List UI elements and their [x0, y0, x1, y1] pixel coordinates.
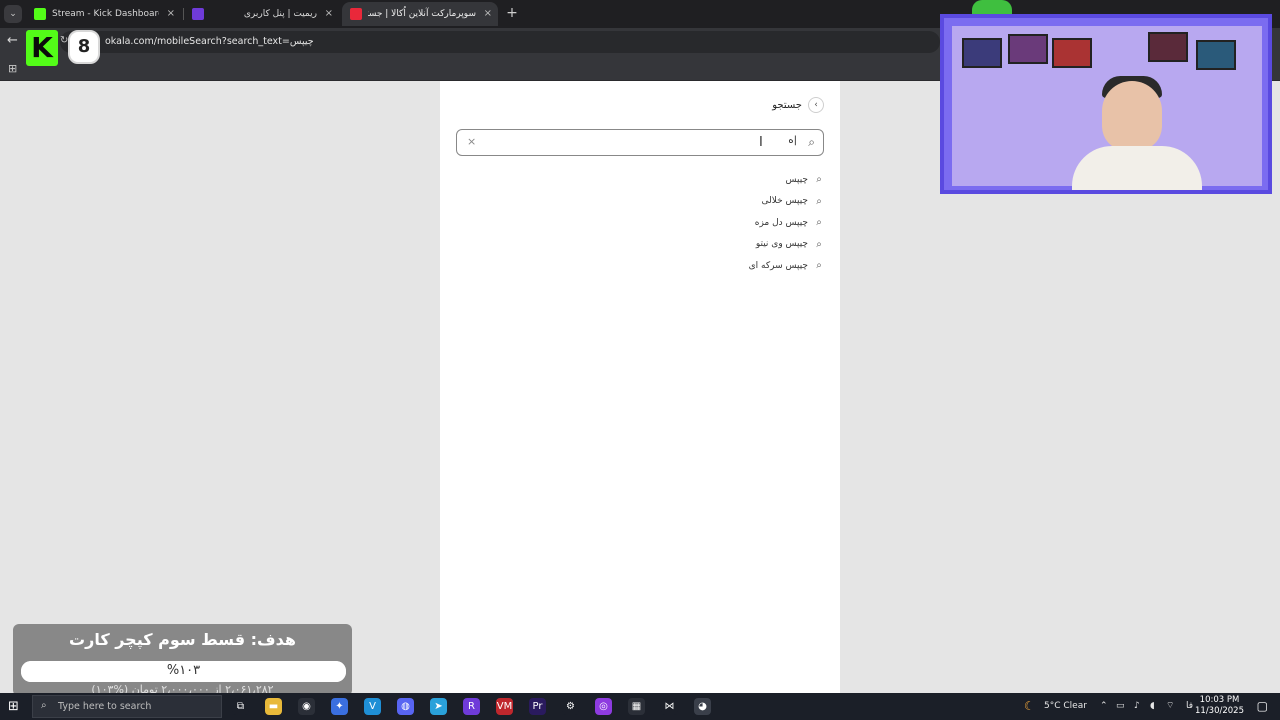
telegram-icon[interactable]: ➤	[430, 698, 447, 715]
clock-time: 10:03 PM	[1199, 695, 1240, 705]
search-box[interactable]: ⌕ |ه I ×	[456, 129, 824, 156]
calculator-icon[interactable]: ▦	[628, 698, 645, 715]
copilot-icon[interactable]: ✦	[331, 698, 348, 715]
close-tab-icon[interactable]: ×	[167, 2, 175, 26]
mobile-search-page: › جستجو ⌕ |ه I × ⌕ چیپس ⌕ چیپس خلالی ⌕ چ…	[440, 81, 840, 693]
suggestion-list: ⌕ چیپس ⌕ چیپس خلالی ⌕ چیپس دل مزه ⌕ چیپس…	[456, 169, 824, 277]
premiere-icon[interactable]: Pr	[529, 698, 546, 715]
back-arrow-icon[interactable]: ←	[7, 33, 18, 48]
clock-date: 11/30/2025	[1195, 706, 1244, 716]
webcam-overlay	[940, 14, 1272, 194]
wall-poster	[962, 38, 1002, 68]
new-tab-button[interactable]: +	[503, 3, 521, 23]
wall-poster	[1196, 40, 1236, 70]
weather-text[interactable]: 5°C Clear	[1044, 693, 1087, 720]
text-cursor-icon: I	[759, 135, 763, 150]
clear-search-icon[interactable]: ×	[467, 135, 476, 148]
address-bar[interactable]: ↻ okala.com/mobileSearch?search_text=چیپ…	[60, 31, 940, 53]
tab-okala-search[interactable]: سوپرمارکت آنلاین اُکالا | جستجو د ×	[342, 2, 498, 26]
suggestion-label: چیپس خلالی	[761, 196, 808, 207]
close-tab-icon[interactable]: ×	[325, 2, 333, 26]
suggestion-label: چیپس وی نیتو	[755, 239, 808, 250]
suggestion-label: چیپس سرکه ای	[748, 260, 808, 271]
okala-icon	[350, 8, 362, 20]
settings-icon[interactable]: ⚙	[562, 698, 579, 715]
network-icon[interactable]: ▭	[1116, 693, 1125, 720]
tab-label: Stream - Kick Dashboard	[52, 9, 159, 19]
wall-poster	[1148, 32, 1188, 62]
windows-start-icon[interactable]: ⊞	[8, 699, 19, 714]
remit-icon	[192, 8, 204, 20]
streamer-body	[1072, 146, 1202, 190]
chrome-icon[interactable]: ◕	[694, 698, 711, 715]
chevron-right-icon[interactable]: ›	[808, 97, 824, 113]
tab-label: سوپرمارکت آنلاین اُکالا | جستجو د	[368, 9, 476, 19]
vpn-icon[interactable]: V	[364, 698, 381, 715]
tab-search-button[interactable]: ⌄	[4, 5, 22, 23]
search-icon: ⌕	[808, 135, 815, 149]
weather-icon: ☾	[1024, 699, 1035, 713]
suggestion-item[interactable]: ⌕ چیپس وی نیتو	[456, 234, 824, 256]
search-icon: ⌕	[816, 195, 822, 207]
wall-poster	[1008, 34, 1048, 64]
task-view-icon[interactable]: ⧉	[232, 698, 249, 715]
search-icon: ⌕	[41, 700, 47, 711]
tab-label: ریمیت | پنل کاربری	[243, 9, 317, 19]
suggestion-label: چیپس	[785, 174, 808, 185]
discord-icon[interactable]: ◍	[397, 698, 414, 715]
vscode-icon[interactable]: ⋈	[661, 698, 678, 715]
search-icon: ⌕	[816, 238, 822, 250]
streamlabs-icon[interactable]: ◎	[595, 698, 612, 715]
donation-goal-widget: هدف: قسط سوم کپچر کارت %۱۰۳ ۲،۰۶۱،۲۸۲ از…	[13, 624, 352, 696]
stream-badge-icon: 8	[68, 30, 100, 64]
webcam-background	[952, 26, 1262, 190]
suggestion-item[interactable]: ⌕ چیپس دل مزه	[456, 212, 824, 234]
kick-icon	[34, 8, 46, 20]
tray-chevron-icon[interactable]: ⌃	[1100, 693, 1108, 720]
wall-poster	[1052, 38, 1092, 68]
search-icon: ⌕	[816, 217, 822, 229]
obs-icon[interactable]: ◉	[298, 698, 315, 715]
suggestion-item[interactable]: ⌕ چیپس سرکه ای	[456, 255, 824, 277]
search-icon: ⌕	[816, 174, 822, 186]
remit-app-icon[interactable]: R	[463, 698, 480, 715]
suggestion-label: چیپس دل مزه	[754, 217, 808, 228]
voicemeeter-icon[interactable]: VM	[496, 698, 513, 715]
tab-kick-dashboard[interactable]: Stream - Kick Dashboard ×	[26, 2, 181, 26]
streamer-face	[1102, 81, 1162, 151]
goal-progress-bar: %۱۰۳	[21, 661, 346, 682]
wifi-icon[interactable]: ⌔	[1166, 693, 1174, 720]
notification-icon[interactable]: ▢	[1257, 699, 1268, 713]
microphone-icon[interactable]: ♪	[1134, 693, 1140, 720]
search-icon: ⌕	[816, 260, 822, 272]
goal-percent: %۱۰۳	[166, 663, 201, 678]
apps-grid-icon[interactable]: ⊞	[8, 62, 17, 75]
page-title: جستجو	[772, 99, 802, 111]
close-tab-icon[interactable]: ×	[484, 2, 492, 26]
search-input[interactable]: |ه	[497, 135, 797, 151]
kick-logo: K	[26, 30, 58, 66]
page-header: › جستجو	[772, 97, 824, 113]
volume-icon[interactable]: ◖	[1150, 693, 1155, 720]
url-text[interactable]: okala.com/mobileSearch?search_text=چیپس	[105, 36, 314, 47]
goal-title: هدف: قسط سوم کپچر کارت	[69, 630, 296, 649]
file-explorer-icon[interactable]: ▬	[265, 698, 282, 715]
tab-remit[interactable]: ریمیت | پنل کاربری ×	[184, 2, 339, 26]
suggestion-item[interactable]: ⌕ چیپس خلالی	[456, 191, 824, 213]
system-clock[interactable]: 10:03 PM 11/30/2025	[1195, 695, 1244, 717]
suggestion-item[interactable]: ⌕ چیپس	[456, 169, 824, 191]
language-indicator[interactable]: فا	[1186, 693, 1193, 720]
taskbar-search[interactable]: ⌕ Type here to search	[32, 695, 222, 718]
taskbar-search-placeholder: Type here to search	[58, 701, 152, 712]
windows-taskbar: ⊞ ⌕ Type here to search ⧉ ▬ ◉ ✦ V ◍ ➤ R VM Pr ⚙ ◎ ▦ ⋈…	[0, 693, 1280, 720]
